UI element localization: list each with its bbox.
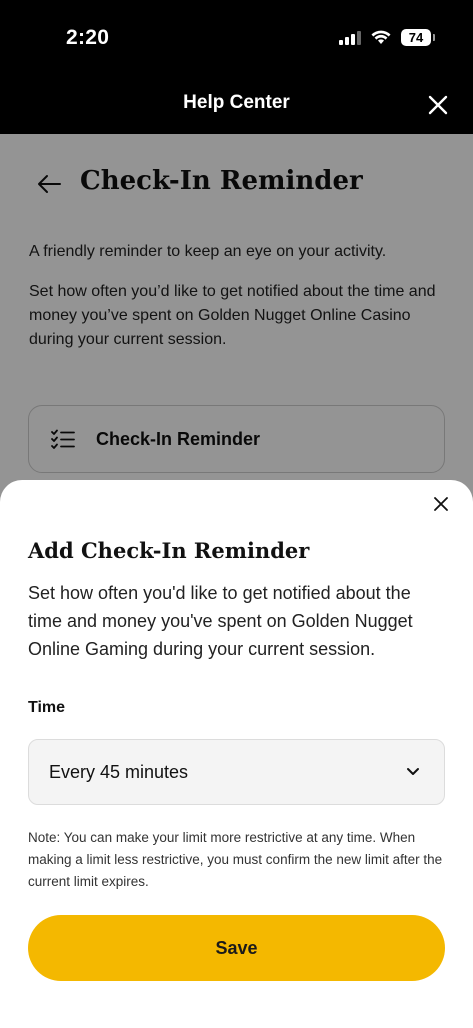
save-button[interactable]: Save [28, 915, 445, 981]
close-icon[interactable] [433, 496, 449, 512]
time-label: Time [28, 699, 66, 716]
status-bar: 2:20 74 [0, 0, 473, 78]
battery-icon: 74 [401, 29, 435, 46]
time-select-value: Every 45 minutes [49, 762, 189, 782]
battery-level: 74 [408, 30, 424, 45]
app-header: Help Center [0, 78, 473, 134]
cellular-signal-icon [339, 30, 361, 45]
limit-note: Note: You can make your limit more restr… [28, 830, 443, 889]
sheet-description: Set how often you'd like to get notified… [28, 583, 413, 659]
status-icons: 74 [339, 29, 435, 46]
time-select[interactable]: Every 45 minutes [28, 739, 445, 805]
wifi-icon [371, 30, 391, 44]
header-title: Help Center [183, 92, 290, 113]
close-icon[interactable] [427, 94, 449, 116]
sheet-title: Add Check-In Reminder [28, 538, 310, 563]
status-time: 2:20 [66, 26, 110, 49]
chevron-down-icon [407, 768, 419, 775]
add-reminder-sheet: Add Check-In Reminder Set how often you'… [0, 480, 473, 1028]
